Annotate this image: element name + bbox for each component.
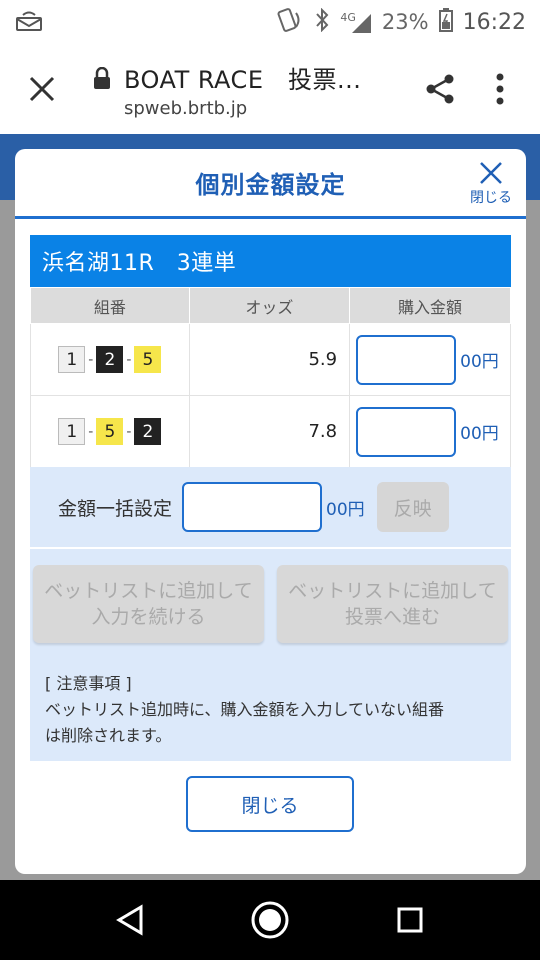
recents-button[interactable] bbox=[380, 890, 440, 950]
header-amount: 購入金額 bbox=[349, 287, 511, 324]
button-label: ベットリストに追加して bbox=[288, 580, 497, 602]
amount-cell: 00円 bbox=[349, 323, 511, 396]
more-menu-button[interactable] bbox=[480, 67, 520, 111]
add-and-proceed-button[interactable]: ベットリストに追加して 投票へ進む bbox=[277, 565, 508, 643]
notification-icon bbox=[16, 9, 42, 35]
lump-amount-row: 金額一括設定 00円 反映 bbox=[30, 467, 511, 547]
system-nav-bar bbox=[0, 880, 540, 960]
browser-toolbar: BOAT RACE 投票... spweb.brtb.jp bbox=[0, 44, 540, 134]
lump-unit: 00円 bbox=[326, 499, 365, 520]
nfc-icon bbox=[276, 7, 304, 38]
bet-table: 組番 オッズ 購入金額 1 - 2 - 5 5.9 00円 1 - 5 - 2 … bbox=[30, 287, 511, 468]
amount-input[interactable] bbox=[356, 334, 457, 385]
button-label: 投票へ進む bbox=[344, 606, 440, 628]
button-label: ベットリストに追加して bbox=[44, 580, 253, 602]
amount-setting-modal: 個別金額設定 閉じる 浜名湖11R 3連単 組番 オッズ 購入金額 1 - 2 bbox=[15, 149, 526, 874]
button-label: 入力を続ける bbox=[91, 606, 206, 628]
status-bar: 4G 23% 16:22 bbox=[0, 0, 540, 44]
clock: 16:22 bbox=[462, 9, 526, 35]
header-combo: 組番 bbox=[30, 287, 190, 324]
notes-line: は削除されます。 bbox=[45, 726, 172, 745]
boat-number: 2 bbox=[96, 346, 124, 373]
lock-icon bbox=[92, 66, 112, 89]
race-header: 浜名湖11R 3連単 bbox=[30, 235, 511, 287]
add-and-continue-button[interactable]: ベットリストに追加して 入力を続ける bbox=[33, 565, 264, 643]
amount-input[interactable] bbox=[356, 406, 457, 457]
battery-percent: 23% bbox=[381, 10, 429, 34]
actions-panel: ベットリストに追加して 入力を続ける ベットリストに追加して 投票へ進む [ 注… bbox=[30, 549, 511, 761]
boat-number: 1 bbox=[58, 418, 86, 445]
modal-header: 個別金額設定 閉じる bbox=[15, 149, 526, 219]
boat-number: 5 bbox=[96, 418, 124, 445]
header-odds: オッズ bbox=[188, 287, 351, 324]
modal-close-label: 閉じる bbox=[470, 190, 512, 206]
amount-unit: 00円 bbox=[460, 424, 499, 444]
amount-cell: 00円 bbox=[349, 395, 511, 468]
lump-label: 金額一括設定 bbox=[58, 497, 173, 520]
reflect-button[interactable]: 反映 bbox=[376, 482, 449, 532]
odds-value: 5.9 bbox=[188, 323, 351, 396]
lump-amount-input[interactable] bbox=[182, 482, 323, 532]
home-button[interactable] bbox=[240, 890, 300, 950]
page-title: BOAT RACE 投票... bbox=[124, 65, 362, 94]
home-circle-icon bbox=[251, 901, 289, 939]
url-block[interactable]: BOAT RACE 投票... spweb.brtb.jp bbox=[124, 60, 394, 119]
odds-value: 7.8 bbox=[188, 395, 351, 468]
back-triangle-icon bbox=[116, 904, 143, 936]
table-row: 1 - 2 - 5 5.9 00円 bbox=[30, 323, 511, 396]
share-icon bbox=[426, 74, 454, 104]
table-header-row: 組番 オッズ 購入金額 bbox=[30, 287, 511, 324]
recents-square-icon bbox=[397, 907, 423, 933]
boat-number: 5 bbox=[134, 346, 162, 373]
share-button[interactable] bbox=[420, 67, 460, 111]
modal-title: 個別金額設定 bbox=[195, 171, 346, 199]
notes-line: ベットリスト追加時に、購入金額を入力していない組番 bbox=[45, 700, 445, 719]
modal-close-button[interactable]: 閉じる bbox=[470, 161, 512, 207]
bluetooth-icon bbox=[314, 7, 330, 37]
notes: [ 注意事項 ] ベットリスト追加時に、購入金額を入力していない組番 は削除され… bbox=[45, 671, 495, 749]
notes-title: [ 注意事項 ] bbox=[45, 674, 132, 693]
signal-icon: 4G bbox=[340, 11, 372, 34]
page-url: spweb.brtb.jp bbox=[124, 97, 248, 119]
close-button[interactable]: 閉じる bbox=[186, 776, 354, 832]
table-row: 1 - 5 - 2 7.8 00円 bbox=[30, 395, 511, 468]
more-vert-icon bbox=[496, 73, 504, 105]
close-tab-button[interactable] bbox=[20, 67, 64, 111]
amount-unit: 00円 bbox=[460, 352, 499, 372]
combo-cell: 1 - 2 - 5 bbox=[30, 323, 190, 396]
close-icon bbox=[29, 76, 55, 102]
close-icon bbox=[480, 162, 502, 184]
boat-number: 2 bbox=[134, 418, 162, 445]
battery-icon bbox=[438, 7, 453, 37]
combo-cell: 1 - 5 - 2 bbox=[30, 395, 190, 468]
boat-number: 1 bbox=[58, 346, 86, 373]
back-button[interactable] bbox=[100, 890, 160, 950]
